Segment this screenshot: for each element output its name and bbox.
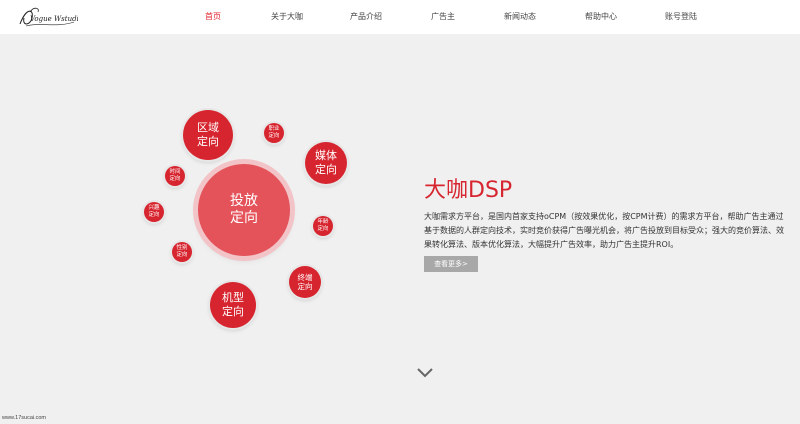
chevron-down-icon[interactable] [415, 366, 435, 380]
bubble-time-targeting: 时间 定向 [165, 166, 185, 186]
bubble-age-targeting: 年龄 定向 [313, 216, 333, 236]
bubble-interest-targeting: 兴趣 定向 [144, 202, 164, 222]
top-navigation-bar: Vogue Wstudio 首页 关于大咖 产品介绍 广告主 新闻动态 帮助中心… [0, 0, 800, 34]
brand-logo[interactable]: Vogue Wstudio [16, 4, 78, 30]
view-more-button[interactable]: 查看更多> [424, 256, 478, 272]
bubble-terminal-targeting: 终端 定向 [289, 266, 321, 298]
nav-item-about[interactable]: 关于大咖 [271, 11, 303, 22]
bubble-device-targeting: 机型 定向 [210, 282, 256, 328]
bubble-career-targeting: 职业 定向 [264, 123, 284, 143]
footer-url: www.17sucai.com [2, 415, 47, 421]
nav-item-advertisers[interactable]: 广告主 [431, 11, 455, 22]
svg-text:Vogue Wstudio: Vogue Wstudio [30, 15, 78, 23]
nav-item-home[interactable]: 首页 [205, 11, 221, 22]
nav-item-products[interactable]: 产品介绍 [350, 11, 382, 22]
hero-title: 大咖DSP [424, 178, 513, 203]
bubble-gender-targeting: 性别 定向 [172, 242, 192, 262]
bubble-delivery-targeting: 投放 定向 [198, 164, 290, 256]
bubble-media-targeting: 媒体 定向 [305, 142, 347, 184]
nav-item-login[interactable]: 账号登陆 [665, 11, 697, 22]
bubble-region-targeting: 区域 定向 [183, 110, 233, 160]
nav-item-help[interactable]: 帮助中心 [585, 11, 617, 22]
nav-item-news[interactable]: 新闻动态 [504, 11, 536, 22]
hero-description: 大咖需求方平台，是国内首家支持oCPM（按效果优化，按CPM计费）的需求方平台，… [424, 212, 784, 249]
